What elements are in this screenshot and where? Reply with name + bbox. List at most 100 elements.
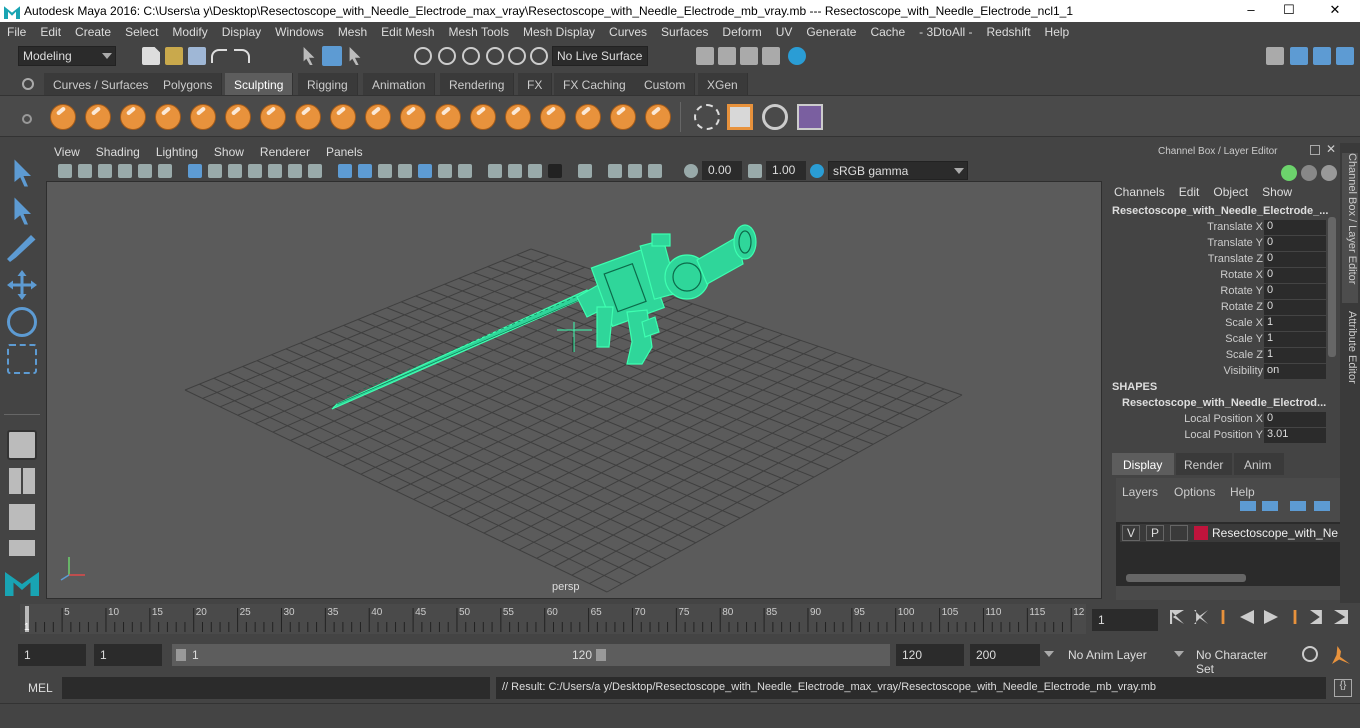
shelf-tab-polygons[interactable]: Polygons	[154, 73, 223, 95]
menu-windows[interactable]: Windows	[268, 22, 331, 43]
channel-row[interactable]: Local Position Y 3.01	[1106, 428, 1342, 444]
smear-tool-icon[interactable]	[540, 104, 566, 130]
gate-mask-icon[interactable]	[248, 164, 262, 178]
render-current-frame-icon[interactable]	[718, 47, 736, 65]
use-all-lights-icon[interactable]	[418, 164, 432, 178]
view-transform-dropdown[interactable]: sRGB gamma	[828, 161, 968, 180]
shelf-tab-curves-surfaces[interactable]: Curves / Surfaces	[44, 73, 159, 95]
menu-redshift[interactable]: Redshift	[980, 22, 1038, 43]
snap-grid-icon[interactable]	[414, 47, 432, 65]
isolate-select-icon[interactable]	[548, 164, 562, 178]
layer-tab-display[interactable]: Display	[1112, 453, 1174, 475]
render-view-icon[interactable]	[696, 47, 714, 65]
channel-row[interactable]: Scale X1	[1106, 316, 1342, 332]
playback-end-field[interactable]: 120	[896, 644, 964, 666]
new-scene-icon[interactable]	[142, 47, 160, 65]
layer-menu-layers[interactable]: Layers	[1122, 485, 1158, 499]
shelf-tab-sculpting[interactable]: Sculpting	[225, 73, 294, 95]
spray-tool-icon[interactable]	[295, 104, 321, 130]
anim-layer-dropdown[interactable]: No Anim Layer	[1062, 644, 1162, 666]
color-management-icon[interactable]	[810, 164, 824, 178]
shelf-tab-rigging[interactable]: Rigging	[298, 73, 358, 95]
menu-edit-mesh[interactable]: Edit Mesh	[374, 22, 441, 43]
mel-label[interactable]: MEL	[28, 681, 53, 695]
menu-curves[interactable]: Curves	[602, 22, 654, 43]
menu-mesh-tools[interactable]: Mesh Tools	[442, 22, 516, 43]
range-slider[interactable]: 1 120	[172, 644, 610, 666]
field-chart-icon[interactable]	[268, 164, 282, 178]
side-tab-attribute-editor[interactable]: Attribute Editor	[1342, 311, 1358, 401]
select-by-object-icon[interactable]	[322, 46, 342, 66]
make-live-icon[interactable]	[530, 47, 548, 65]
scrape-tool-icon[interactable]	[435, 104, 461, 130]
menu-generate[interactable]: Generate	[799, 22, 863, 43]
menu-select[interactable]: Select	[118, 22, 165, 43]
resolution-gate-icon[interactable]	[228, 164, 242, 178]
menu-create[interactable]: Create	[68, 22, 118, 43]
side-tab-channel-box[interactable]: Channel Box / Layer Editor	[1342, 153, 1358, 303]
ipr-render-icon[interactable]	[740, 47, 758, 65]
sculpt-stamp-icon[interactable]	[762, 104, 788, 130]
lasso-tool-icon[interactable]	[14, 197, 31, 225]
wireframe-icon[interactable]	[338, 164, 352, 178]
select-by-component-icon[interactable]	[349, 47, 361, 65]
foamy-tool-icon[interactable]	[260, 104, 286, 130]
smooth-tool-icon[interactable]	[85, 104, 111, 130]
channel-row[interactable]: Translate X0	[1106, 220, 1342, 236]
channel-row[interactable]: Translate Y0	[1106, 236, 1342, 252]
maximize-button[interactable]: ☐	[1274, 2, 1304, 20]
channel-row[interactable]: Visibility on	[1106, 364, 1342, 380]
shelf-menu-gear-icon[interactable]	[22, 114, 32, 124]
exposure-field[interactable]: 0.00	[702, 161, 742, 180]
close-panel-icon[interactable]: ✕	[1326, 142, 1336, 156]
menu-modify[interactable]: Modify	[165, 22, 214, 43]
panel-menu-shading[interactable]: Shading	[88, 143, 148, 159]
menu-uv[interactable]: UV	[769, 22, 800, 43]
move-tool-icon[interactable]	[7, 270, 37, 300]
gamma-field[interactable]: 1.00	[766, 161, 806, 180]
shelf-tab-animation[interactable]: Animation	[363, 73, 436, 95]
xray-components-icon[interactable]	[628, 164, 642, 178]
menu-display[interactable]: Display	[215, 22, 268, 43]
panel-menu-renderer[interactable]: Renderer	[252, 143, 318, 159]
channel-row[interactable]: Scale Z1	[1106, 348, 1342, 364]
knife-tool-icon[interactable]	[505, 104, 531, 130]
step-forward-key-icon[interactable]	[1293, 610, 1297, 624]
new-layer-icon[interactable]	[1290, 501, 1306, 511]
two-d-pan-zoom-icon[interactable]	[138, 164, 152, 178]
workspace-icon[interactable]	[1266, 47, 1284, 65]
shelf-tab-rendering[interactable]: Rendering	[440, 73, 515, 95]
show-channel-box-icon[interactable]	[1336, 47, 1354, 65]
four-view-layout-icon[interactable]	[9, 468, 35, 494]
menu-mesh-display[interactable]: Mesh Display	[516, 22, 602, 43]
shadows-icon[interactable]	[438, 164, 452, 178]
move-layer-up-icon[interactable]	[1240, 501, 1256, 511]
sculpt-tool-icon[interactable]	[50, 104, 76, 130]
panel-menu-view[interactable]: View	[46, 143, 88, 159]
live-surface-field[interactable]: No Live Surface	[552, 46, 648, 66]
textured-icon[interactable]	[398, 164, 412, 178]
layer-menu-options[interactable]: Options	[1174, 485, 1215, 499]
shelf-tab-custom[interactable]: Custom	[635, 73, 696, 95]
panel-menu-panels[interactable]: Panels	[318, 143, 371, 159]
wax-tool-icon[interactable]	[400, 104, 426, 130]
animation-start-field[interactable]: 1	[18, 644, 86, 666]
ambient-occlusion-icon[interactable]	[458, 164, 472, 178]
animation-preferences-icon[interactable]	[1332, 646, 1350, 664]
shelf-tab-fx-caching[interactable]: FX Caching	[554, 73, 636, 95]
persp-outliner-layout-icon[interactable]	[9, 504, 35, 530]
menu-3dtoall[interactable]: - 3DtoAll -	[912, 22, 979, 43]
pinch-tool-icon[interactable]	[190, 104, 216, 130]
panel-menu-show[interactable]: Show	[206, 143, 252, 159]
range-slider-start-handle[interactable]	[176, 649, 186, 661]
layer-display-type-toggle[interactable]	[1170, 525, 1188, 541]
relax-tool-icon[interactable]	[120, 104, 146, 130]
close-button[interactable]: ✕	[1320, 2, 1350, 20]
step-back-key-icon[interactable]	[1221, 610, 1225, 624]
xray-joints-icon[interactable]	[608, 164, 622, 178]
playback-start-field[interactable]: 1	[94, 644, 162, 666]
range-slider-track[interactable]	[610, 644, 890, 666]
backface-culling-icon[interactable]	[648, 164, 662, 178]
camera-select-icon[interactable]	[58, 164, 72, 178]
channel-box-toggle2-icon[interactable]	[1301, 165, 1317, 181]
